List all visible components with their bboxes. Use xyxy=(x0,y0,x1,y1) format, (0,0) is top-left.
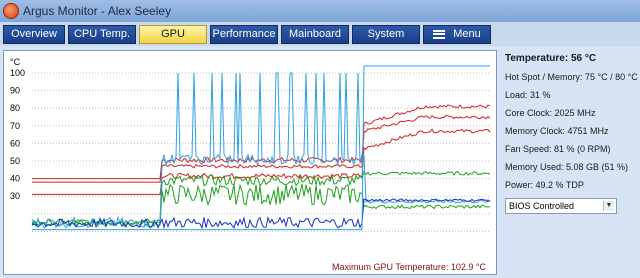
y-tick-label: 70 xyxy=(10,121,20,131)
y-tick-label: 30 xyxy=(10,191,20,201)
y-tick-label: 50 xyxy=(10,156,20,166)
argus-logo-icon xyxy=(3,3,19,19)
window-title: Argus Monitor - Alex Seeley xyxy=(23,4,172,18)
chevron-down-icon: ▼ xyxy=(603,201,614,211)
hotspot-memory-value: Hot Spot / Memory: 75 °C / 80 °C xyxy=(505,72,638,82)
fan-mode-select[interactable]: BIOS Controlled ▼ xyxy=(505,198,617,214)
y-tick-label: 90 xyxy=(10,86,20,96)
core-clock-value: Core Clock: 2025 MHz xyxy=(505,108,596,118)
memory-clock-value: Memory Clock: 4751 MHz xyxy=(505,126,609,136)
tab-performance[interactable]: Performance xyxy=(210,24,278,44)
menu-label: Menu xyxy=(453,28,481,40)
tab-menu[interactable]: Menu xyxy=(423,24,491,44)
tab-gpu[interactable]: GPU xyxy=(139,24,207,44)
fan-speed-value: Fan Speed: 81 % (0 RPM) xyxy=(505,144,611,154)
gpu-history-chart: °C 100 90 80 70 60 50 40 30 Maximum GPU Tempera… xyxy=(3,50,497,275)
y-tick-label: 100 xyxy=(10,68,25,78)
chart-svg: 100 90 80 70 60 50 40 30 xyxy=(10,65,491,232)
tab-cpu-temp[interactable]: CPU Temp. xyxy=(68,24,136,44)
load-value: Load: 31 % xyxy=(505,90,551,100)
title-bar: Argus Monitor - Alex Seeley xyxy=(0,0,640,22)
stats-panel: Temperature: 56 °C Hot Spot / Memory: 75… xyxy=(505,50,638,275)
y-tick-label: 40 xyxy=(10,174,20,184)
y-tick-label: 80 xyxy=(10,103,20,113)
hamburger-icon xyxy=(433,29,446,39)
max-gpu-temperature-label: Maximum GPU Temperature: 102.9 °C xyxy=(332,262,486,272)
memory-used-value: Memory Used: 5.08 GB (51 %) xyxy=(505,162,629,172)
temperature-value: Temperature: 56 °C xyxy=(505,53,597,64)
y-tick-label: 60 xyxy=(10,138,20,148)
tab-overview[interactable]: Overview xyxy=(3,24,65,44)
power-value: Power: 49.2 % TDP xyxy=(505,180,584,190)
tab-bar: Overview CPU Temp. GPU Performance Mainb… xyxy=(0,22,640,46)
tab-mainboard[interactable]: Mainboard xyxy=(281,24,349,44)
load-series-line xyxy=(31,72,491,229)
fan-mode-selected: BIOS Controlled xyxy=(509,201,575,211)
tab-system[interactable]: System xyxy=(352,24,420,44)
